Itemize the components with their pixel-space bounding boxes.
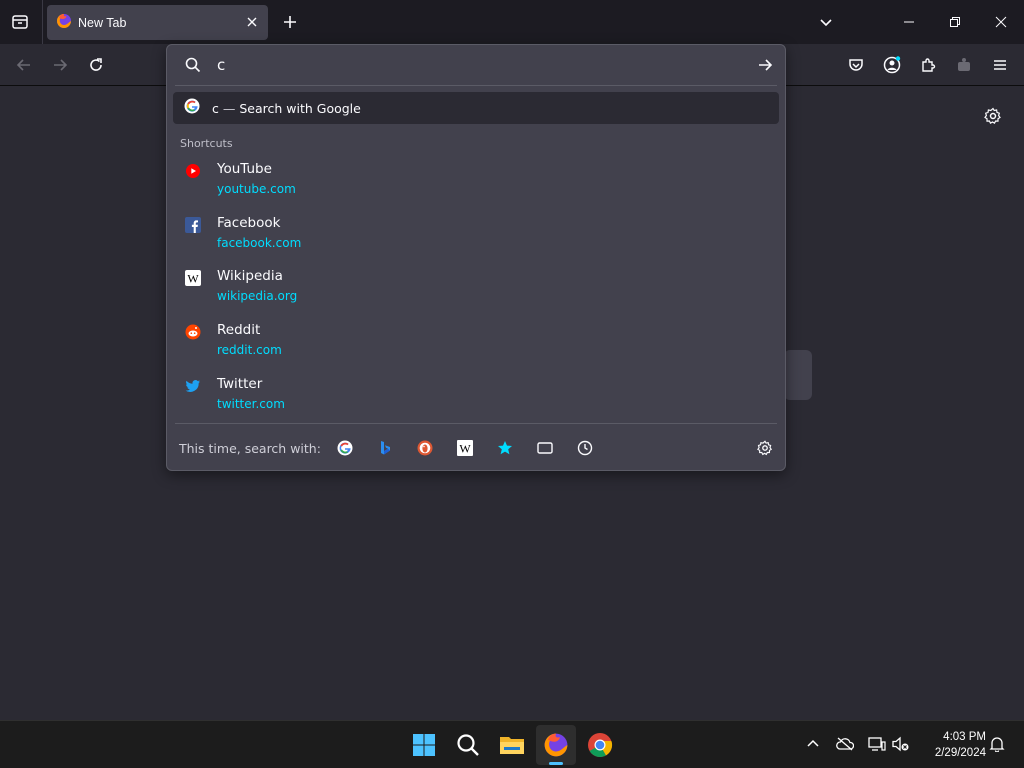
shortcut-title: Wikipedia <box>217 268 283 284</box>
taskbar: 4:03 PM 2/29/2024 <box>0 720 1024 768</box>
search-with-label: This time, search with: <box>179 441 321 456</box>
search-settings-gear-icon[interactable] <box>754 437 776 459</box>
google-icon <box>184 98 200 118</box>
system-clock[interactable]: 4:03 PM 2/29/2024 <box>916 729 986 761</box>
bookmarks-star-icon[interactable] <box>494 437 516 459</box>
go-arrow-icon[interactable] <box>753 53 777 77</box>
wikipedia-icon: W <box>185 270 201 286</box>
divider <box>175 85 777 86</box>
restore-icon[interactable] <box>943 10 967 34</box>
shortcut-url: wikipedia.org <box>217 289 298 303</box>
background-card <box>784 350 812 400</box>
search-suggestion[interactable]: c — Search with Google <box>173 92 779 124</box>
svg-text:W: W <box>459 442 471 456</box>
reddit-icon <box>185 324 201 340</box>
shortcut-youtube[interactable]: YouTube youtube.com <box>173 161 779 211</box>
shortcut-facebook[interactable]: Facebook facebook.com <box>173 215 779 265</box>
search-icon <box>183 55 203 75</box>
tab-new-tab[interactable]: New Tab <box>47 5 268 40</box>
new-tab-plus-icon[interactable] <box>278 10 302 34</box>
address-bar-panel: c — Search with Google Shortcuts YouTube… <box>166 44 786 471</box>
twitter-icon <box>185 378 201 394</box>
network-icon[interactable] <box>866 733 888 755</box>
file-explorer-icon[interactable] <box>492 725 532 765</box>
clock-date: 2/29/2024 <box>934 747 986 759</box>
facebook-icon <box>185 217 201 233</box>
reload-icon[interactable] <box>84 53 108 77</box>
shortcut-url: youtube.com <box>217 182 296 196</box>
hamburger-menu-icon[interactable] <box>988 53 1012 77</box>
shortcuts-heading: Shortcuts <box>180 137 233 150</box>
divider <box>175 423 777 424</box>
active-app-indicator <box>549 762 563 765</box>
forward-arrow-icon[interactable] <box>48 53 72 77</box>
history-clock-icon[interactable] <box>574 437 596 459</box>
title-bar: New Tab <box>0 0 1024 44</box>
firefox-taskbar-icon[interactable] <box>536 725 576 765</box>
notifications-bell-icon[interactable] <box>986 733 1008 755</box>
back-arrow-icon[interactable] <box>12 53 36 77</box>
extension-addon-icon[interactable] <box>952 53 976 77</box>
suggestion-query: c <box>212 100 219 116</box>
tab-list-icon[interactable] <box>8 10 32 34</box>
youtube-icon <box>185 163 201 179</box>
show-hidden-icons-chevron-up-icon[interactable] <box>802 733 824 755</box>
pocket-icon[interactable] <box>844 53 868 77</box>
close-tab-icon[interactable] <box>244 14 260 30</box>
duckduckgo-icon[interactable] <box>414 437 436 459</box>
close-window-icon[interactable] <box>989 10 1013 34</box>
tabs-icon[interactable] <box>534 437 556 459</box>
tab-title: New Tab <box>78 15 127 30</box>
shortcut-title: YouTube <box>217 161 272 177</box>
shortcut-url: facebook.com <box>217 236 302 250</box>
bing-icon[interactable] <box>374 437 396 459</box>
address-bar <box>167 45 785 85</box>
clock-time: 4:03 PM <box>943 731 986 743</box>
account-icon[interactable] <box>880 53 904 77</box>
shortcut-wikipedia[interactable]: W Wikipedia wikipedia.org <box>173 268 779 318</box>
shortcut-title: Twitter <box>217 376 263 392</box>
chrome-icon[interactable] <box>580 725 620 765</box>
svg-text:W: W <box>187 272 199 286</box>
list-all-tabs-chevron-down-icon[interactable] <box>814 10 838 34</box>
taskbar-search-icon[interactable] <box>448 725 488 765</box>
address-input[interactable] <box>217 53 737 77</box>
shortcut-url: reddit.com <box>217 343 282 357</box>
suggestion-separator: — <box>222 100 236 116</box>
windows-start-icon[interactable] <box>404 725 444 765</box>
extensions-puzzle-icon[interactable] <box>916 53 940 77</box>
shortcut-twitter[interactable]: Twitter twitter.com <box>173 376 779 426</box>
suggestion-text: c — Search with Google <box>212 101 361 116</box>
shortcut-url: twitter.com <box>217 397 285 411</box>
firefox-icon <box>56 13 72 33</box>
volume-muted-icon[interactable] <box>890 733 912 755</box>
shortcut-title: Facebook <box>217 215 281 231</box>
shortcut-title: Reddit <box>217 322 261 338</box>
google-icon[interactable] <box>334 437 356 459</box>
wikipedia-icon[interactable]: W <box>454 437 476 459</box>
page-settings-gear-icon[interactable] <box>981 104 1005 128</box>
suggestion-action: Search with Google <box>239 100 361 116</box>
shortcut-reddit[interactable]: Reddit reddit.com <box>173 322 779 372</box>
minimize-icon[interactable] <box>897 10 921 34</box>
onedrive-cloud-icon[interactable] <box>834 733 856 755</box>
tab-separator <box>42 0 43 44</box>
